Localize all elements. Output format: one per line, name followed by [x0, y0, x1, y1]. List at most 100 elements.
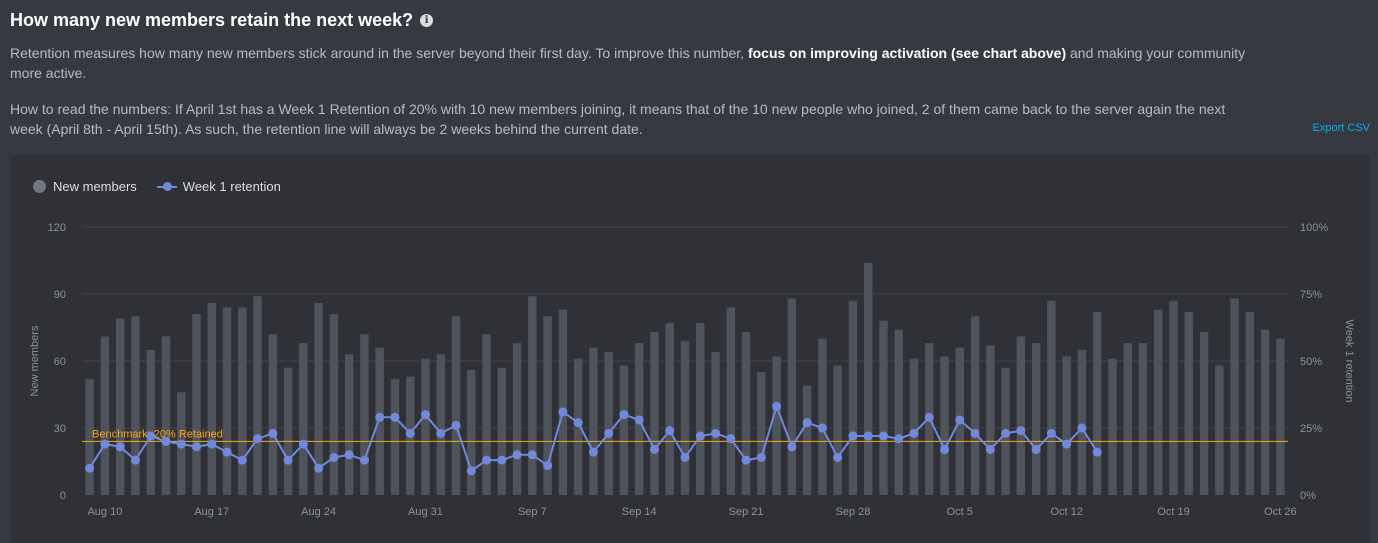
retention-point	[191, 442, 201, 452]
x-tick-label: Aug 24	[301, 506, 336, 518]
retention-chart: 0 0% 30 25% 60 50% 90 75% 120 100% New members Week…	[29, 222, 1355, 518]
x-tick-label: Aug 10	[87, 506, 122, 518]
y2-tick-label: 0%	[1300, 490, 1316, 502]
bar	[619, 365, 629, 495]
retention-point	[375, 412, 385, 422]
bar	[299, 343, 308, 495]
bar	[146, 349, 155, 495]
bar	[711, 352, 720, 495]
x-tick-label: Oct 26	[1264, 506, 1296, 518]
y2-axis-label: Week 1 retention	[1343, 320, 1355, 403]
retention-point	[802, 418, 812, 428]
bar	[1047, 300, 1056, 495]
retention-point	[741, 455, 751, 465]
y2-tick-label: 75%	[1300, 289, 1322, 301]
bar	[161, 336, 171, 495]
bar	[497, 367, 507, 495]
bar	[1123, 343, 1132, 495]
x-tick-label: Oct 5	[947, 506, 973, 518]
bar	[467, 369, 476, 495]
retention-point	[1092, 447, 1102, 457]
bar	[283, 367, 293, 495]
bar	[680, 340, 690, 495]
bar	[909, 358, 919, 495]
info-icon[interactable]: i	[420, 14, 434, 27]
retention-point	[512, 450, 522, 460]
retention-point	[344, 450, 354, 460]
bar	[940, 356, 949, 495]
title-text: How many new members retain the next wee…	[10, 10, 414, 30]
retention-point	[253, 434, 263, 444]
retention-point	[1046, 428, 1056, 438]
retention-point	[1062, 439, 1072, 449]
y-tick-label: 0	[60, 490, 66, 502]
retention-point	[420, 410, 430, 420]
export-csv-link[interactable]: Export CSV	[1313, 122, 1370, 134]
retention-point	[298, 439, 308, 449]
bar	[879, 320, 888, 495]
bar	[1154, 309, 1163, 495]
retention-point	[634, 415, 644, 425]
retention-point	[863, 431, 873, 441]
bar	[1245, 311, 1255, 495]
retention-point	[405, 428, 415, 438]
retention-point	[451, 420, 461, 430]
retention-point	[924, 412, 934, 422]
bar	[192, 314, 201, 495]
bar	[1031, 343, 1041, 495]
bar	[115, 318, 125, 495]
y2-tick-label: 100%	[1300, 222, 1328, 234]
bar	[1169, 300, 1178, 495]
bar	[726, 307, 735, 495]
retention-point	[772, 402, 782, 412]
y-tick-label: 30	[54, 423, 66, 435]
retention-point	[680, 452, 690, 462]
retention-point	[222, 447, 232, 457]
bar	[1276, 338, 1285, 495]
y-axis-label: New members	[29, 325, 41, 396]
bar	[650, 331, 659, 495]
x-tick-label: Sep 21	[729, 506, 764, 518]
y-tick-label: 60	[54, 356, 66, 368]
x-tick-label: Oct 12	[1050, 506, 1082, 518]
x-tick-label: Sep 28	[835, 506, 870, 518]
bar	[436, 354, 445, 495]
retention-point	[176, 439, 186, 449]
retention-point	[268, 428, 278, 438]
x-tick-label: Aug 31	[408, 506, 443, 518]
description-text: Retention measures how many new members …	[10, 45, 748, 61]
bar	[1230, 298, 1239, 495]
bar	[818, 338, 827, 495]
bar	[848, 300, 858, 495]
x-tick-label: Sep 14	[622, 506, 657, 518]
retention-point	[466, 466, 476, 476]
bar	[558, 309, 568, 495]
bar	[802, 385, 812, 495]
x-tick-label: Aug 17	[194, 506, 229, 518]
chart-card: New members Week 1 retention 0 0% 30 25% 60 5…	[10, 155, 1370, 543]
bar	[238, 307, 247, 495]
x-tick-label: Sep 7	[518, 506, 547, 518]
bar	[1138, 343, 1148, 495]
bar	[1108, 358, 1117, 495]
bar	[772, 356, 781, 495]
bar	[390, 378, 400, 495]
bar	[604, 352, 613, 495]
bar	[421, 358, 430, 495]
retention-point	[649, 444, 659, 454]
bar	[360, 334, 369, 495]
retention-point	[817, 423, 827, 433]
retention-point	[558, 407, 568, 417]
retention-point	[314, 463, 324, 473]
page-title: How many new members retain the next wee…	[10, 10, 434, 31]
retention-point	[756, 452, 766, 462]
retention-point	[390, 412, 400, 422]
y-tick-label: 120	[48, 222, 66, 234]
bar	[696, 323, 705, 495]
retention-point	[1031, 444, 1041, 454]
bar	[894, 329, 903, 495]
bar	[1199, 331, 1209, 495]
retention-point	[161, 436, 171, 446]
bar	[665, 323, 674, 495]
retention-point	[787, 442, 797, 452]
